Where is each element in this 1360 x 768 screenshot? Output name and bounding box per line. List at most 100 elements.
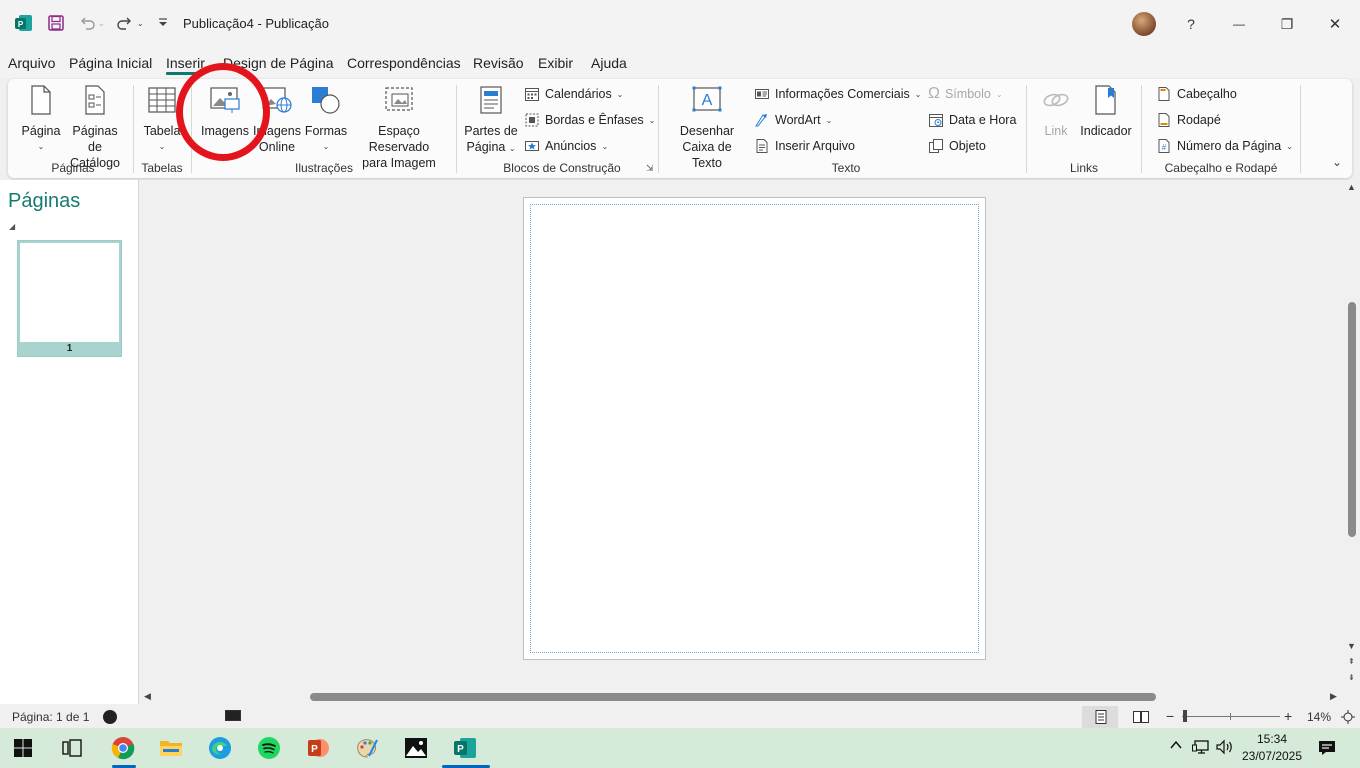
tab-pagina-inicial[interactable]: Página Inicial — [69, 55, 152, 71]
network-icon[interactable] — [1192, 739, 1210, 758]
objeto-button[interactable]: Objeto — [928, 137, 986, 155]
show-hidden-icons-icon[interactable] — [1169, 738, 1183, 755]
record-macro-icon[interactable] — [103, 710, 117, 724]
rodape-button[interactable]: Rodapé — [1156, 111, 1221, 129]
calendarios-button[interactable]: Calendários ⌄ — [524, 85, 623, 103]
scroll-down-icon[interactable]: ▼ — [1347, 641, 1356, 651]
espaco-reservado-para-imagem-button[interactable]: Espaço Reservado para Imagem — [350, 85, 448, 171]
highlight-circle — [176, 63, 270, 161]
help-button[interactable]: ? — [1168, 0, 1214, 48]
thumbnail-number: 1 — [66, 343, 73, 354]
minimize-button[interactable]: — — [1216, 0, 1262, 48]
window-title: Publicação4 - Publicação — [183, 16, 329, 31]
group-label-paginas: Páginas — [51, 161, 95, 175]
dialog-launcher-icon[interactable]: ⇲ — [646, 163, 654, 174]
date-time-icon — [929, 114, 943, 127]
collapse-triangle-icon[interactable]: ◢ — [9, 222, 15, 231]
single-page-view-icon[interactable] — [1093, 709, 1109, 728]
edge-icon[interactable] — [205, 734, 235, 762]
partes-de-pagina-button[interactable]: Partes de Página ⌄ — [464, 85, 518, 157]
close-button[interactable]: ✕ — [1312, 0, 1358, 48]
zoom-level[interactable]: 14% — [1307, 710, 1331, 724]
thumbnail-page — [20, 243, 119, 342]
svg-text:P: P — [18, 20, 24, 29]
horizontal-scrollbar[interactable]: ◀ ▶ — [140, 690, 1344, 704]
undo-icon[interactable] — [76, 12, 98, 34]
tab-arquivo[interactable]: Arquivo — [8, 55, 55, 71]
redo-dropdown-icon[interactable]: ⌄ — [137, 19, 144, 28]
numero-da-pagina-button[interactable]: # Número da Página ⌄ — [1156, 137, 1293, 155]
spotify-icon[interactable] — [254, 734, 284, 762]
inserir-arquivo-button[interactable]: Inserir Arquivo — [754, 137, 855, 155]
object-icon — [929, 139, 943, 153]
group-label-ilustracoes: Ilustrações — [294, 161, 354, 175]
photos-icon[interactable] — [401, 734, 431, 762]
anuncios-button[interactable]: Anúncios ⌄ — [524, 137, 608, 155]
volume-icon[interactable] — [1216, 739, 1234, 758]
next-page-icon[interactable]: ⇟ — [1348, 673, 1355, 682]
data-e-hora-button[interactable]: Data e Hora — [928, 111, 1016, 129]
redo-icon[interactable] — [114, 12, 136, 34]
catalog-page-icon — [64, 85, 126, 119]
previous-page-icon[interactable]: ⇞ — [1348, 657, 1355, 666]
scroll-left-icon[interactable]: ◀ — [144, 691, 151, 702]
group-separator — [658, 85, 659, 173]
vertical-scrollbar[interactable]: ▲ ▼ ⇞ ⇟ — [1344, 180, 1360, 690]
link-icon — [1034, 85, 1078, 119]
wordart-icon — [755, 114, 767, 127]
document-canvas[interactable] — [140, 180, 1344, 690]
cabecalho-button[interactable]: Cabeçalho — [1156, 85, 1237, 103]
svg-text:P: P — [311, 744, 318, 755]
footer-icon — [1158, 113, 1170, 127]
bordas-e-enfases-button[interactable]: Bordas e Ênfases ⌄ — [524, 111, 655, 129]
formas-button[interactable]: Formas ⌄ — [302, 85, 350, 155]
wordart-button[interactable]: WordArt ⌄ — [754, 111, 832, 129]
undo-dropdown-icon[interactable]: ⌄ — [98, 19, 105, 28]
save-icon[interactable] — [45, 12, 67, 34]
chrome-icon[interactable] — [108, 734, 138, 762]
publication-page[interactable] — [523, 197, 986, 660]
tab-revisao[interactable]: Revisão — [473, 55, 524, 71]
tab-ajuda[interactable]: Ajuda — [591, 55, 627, 71]
zoom-slider-track[interactable] — [1182, 716, 1280, 717]
zoom-slider-handle[interactable] — [1183, 710, 1187, 722]
pages-pane: Páginas ◢ 1 — [0, 180, 139, 704]
indicador-button[interactable]: Indicador — [1078, 85, 1134, 139]
tab-correspondencias[interactable]: Correspondências — [347, 55, 461, 71]
simbolo-button[interactable]: Ω Símbolo ⌄ — [928, 85, 1003, 103]
collapse-ribbon-icon[interactable]: ⌄ — [1332, 155, 1342, 169]
chevron-down-icon: ⌄ — [825, 115, 833, 125]
paint-icon[interactable] — [352, 734, 382, 762]
task-view-icon[interactable] — [57, 734, 87, 762]
two-page-view-icon[interactable] — [1132, 709, 1150, 728]
picture-placeholder-icon — [350, 85, 448, 119]
powerpoint-icon[interactable]: P — [303, 734, 333, 762]
fit-page-icon[interactable] — [1340, 709, 1356, 728]
publisher-taskbar-icon[interactable]: P — [450, 734, 480, 762]
link-button[interactable]: Link — [1034, 85, 1078, 139]
zoom-in-icon[interactable]: + — [1284, 708, 1292, 724]
file-explorer-icon[interactable] — [156, 734, 186, 762]
page-thumbnail[interactable]: 1 — [17, 240, 122, 357]
notifications-icon[interactable] — [1318, 739, 1336, 760]
desenhar-caixa-de-texto-button[interactable]: A Desenhar Caixa de Texto — [666, 85, 748, 171]
informacoes-comerciais-button[interactable]: Informações Comerciais ⌄ — [754, 85, 921, 103]
vertical-scroll-thumb[interactable] — [1348, 302, 1356, 537]
scroll-right-icon[interactable]: ▶ — [1330, 691, 1337, 702]
pagina-button[interactable]: Página ⌄ — [18, 85, 64, 155]
paginas-de-catalogo-button[interactable]: Páginas de Catálogo — [64, 85, 126, 171]
chevron-down-icon: ⌄ — [914, 89, 922, 99]
horizontal-scroll-thumb[interactable] — [310, 693, 1156, 701]
tab-exibir[interactable]: Exibir — [538, 55, 573, 71]
restore-button[interactable]: ❐ — [1264, 0, 1310, 48]
page-info[interactable]: Página: 1 de 1 — [12, 710, 89, 724]
zoom-out-icon[interactable]: − — [1166, 708, 1174, 724]
user-avatar[interactable] — [1132, 12, 1156, 36]
object-position-icon[interactable] — [225, 710, 241, 721]
windows-start-icon[interactable] — [8, 734, 38, 762]
taskbar-clock[interactable]: 15:34 23/07/2025 — [1238, 731, 1306, 765]
text-box-icon: A — [666, 85, 748, 119]
insert-file-icon — [756, 139, 768, 153]
scroll-up-icon[interactable]: ▲ — [1347, 182, 1356, 192]
customize-quick-access-icon[interactable] — [152, 12, 174, 34]
